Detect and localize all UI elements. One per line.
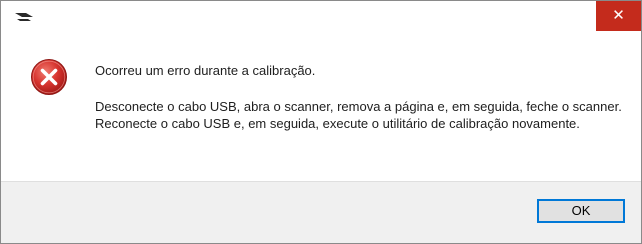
error-icon [31,59,67,95]
error-dialog-window: ✕ Ocorreu um erro durante a calibração. … [0,0,642,244]
close-button[interactable]: ✕ [596,1,641,31]
title-bar: ✕ [1,1,641,32]
ok-button[interactable]: OK [537,199,625,223]
message-body: Desconecte o cabo USB, abra o scanner, r… [95,99,622,131]
message-area: Ocorreu um erro durante a calibração. De… [1,32,641,180]
message-title: Ocorreu um erro durante a calibração. [95,63,316,78]
scanner-app-icon [15,13,33,21]
button-bar: OK [1,181,641,243]
close-icon: ✕ [612,7,625,24]
